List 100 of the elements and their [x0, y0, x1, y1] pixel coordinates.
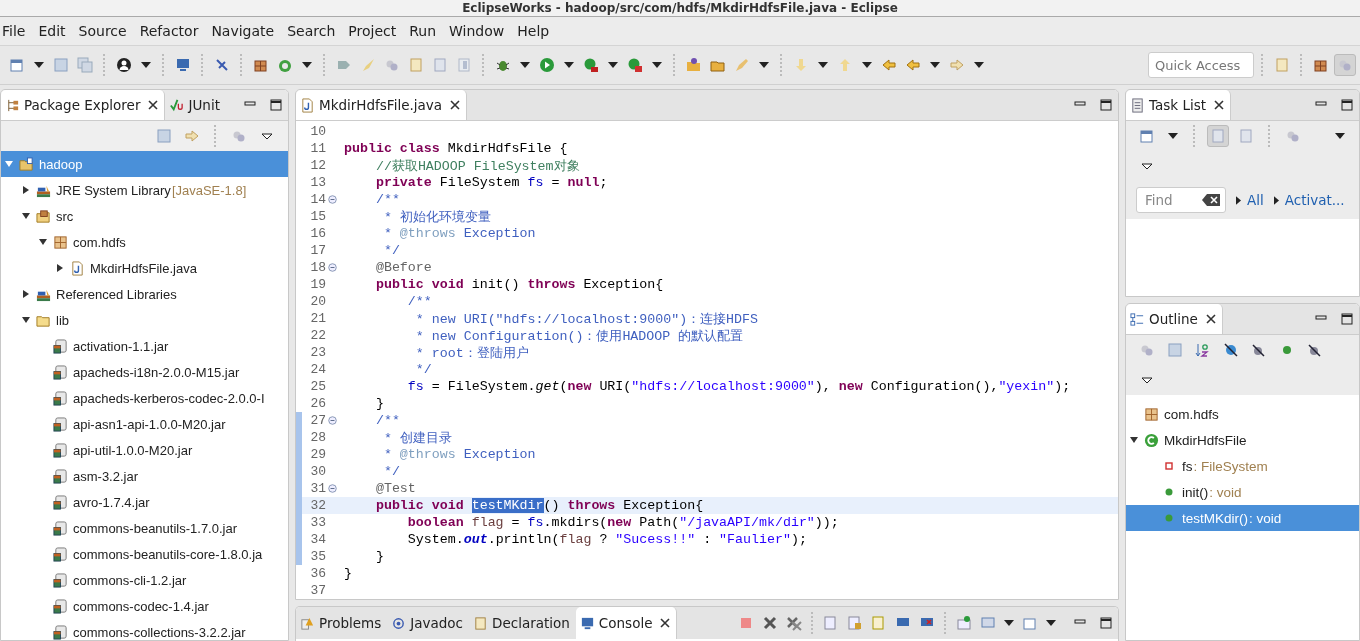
caret-icon[interactable] [564, 62, 574, 68]
close-icon[interactable] [450, 100, 460, 110]
maximize-icon[interactable] [270, 99, 282, 111]
line-number: 22 [309, 328, 326, 343]
remove-all-icon[interactable] [786, 615, 802, 631]
caret-icon[interactable] [930, 62, 940, 68]
collapse-icon[interactable] [327, 484, 337, 493]
monitor-icon [579, 615, 595, 631]
caret-icon[interactable] [608, 62, 618, 68]
close-icon[interactable] [1205, 314, 1216, 324]
expanded-arrow-icon[interactable] [38, 237, 48, 247]
caret-icon[interactable] [1335, 133, 1345, 139]
menu-item[interactable]: File [0, 23, 35, 39]
tree-item[interactable]: commons-beanutils-1.7.0.jar [73, 520, 238, 536]
find-field[interactable]: Find [1136, 187, 1226, 213]
jar-icon [53, 364, 68, 380]
clear-icon[interactable] [1202, 194, 1220, 206]
view-tab[interactable]: Outline [1126, 304, 1223, 334]
tree-item[interactable]: lib [56, 312, 69, 328]
tree-item[interactable]: init() [1182, 484, 1209, 500]
view-tab[interactable]: JUnit [165, 90, 226, 120]
tree-item[interactable]: asm-3.2.jar [73, 468, 139, 484]
caret-icon[interactable] [1004, 620, 1014, 626]
tree-item[interactable]: commons-beanutils-core-1.8.0.ja [73, 546, 263, 562]
collapse-icon[interactable] [327, 195, 337, 204]
collapsed-arrow-icon[interactable] [21, 185, 31, 195]
package-icon [1144, 406, 1159, 422]
view-tab[interactable]: Console [575, 607, 678, 639]
menu-item[interactable]: Refactor [135, 23, 208, 39]
view-tab[interactable]: Package Explorer [1, 90, 166, 120]
view-tab[interactable]: Task List [1126, 90, 1232, 120]
tree-item[interactable]: JRE System Library [56, 182, 171, 198]
code-line: */ [414, 362, 432, 377]
remove-icon[interactable] [762, 615, 778, 631]
caret-icon[interactable] [818, 62, 828, 68]
menu-item[interactable]: Source [74, 23, 136, 39]
maximize-icon[interactable] [1341, 99, 1353, 111]
class-icon [1144, 432, 1159, 448]
collapsed-arrow-icon[interactable] [55, 263, 65, 273]
menu-item[interactable]: Search [283, 23, 345, 39]
tree-item[interactable]: api-util-1.0.0-M20.jar [73, 442, 193, 458]
filter-link[interactable]: Activat... [1284, 192, 1345, 208]
caret-icon[interactable] [862, 62, 872, 68]
menu-item[interactable]: Edit [34, 23, 75, 39]
public-method-icon [1165, 514, 1173, 522]
quick-access-field[interactable]: Quick Access [1148, 52, 1254, 78]
view-tab[interactable]: Declaration [469, 607, 576, 639]
close-icon[interactable] [660, 618, 671, 628]
tree-item[interactable]: commons-codec-1.4.jar [73, 598, 209, 614]
tree-item[interactable]: Referenced Libraries [56, 286, 177, 302]
caret-icon[interactable] [34, 62, 44, 68]
expanded-arrow-icon[interactable] [21, 315, 31, 325]
jar-icon [53, 520, 68, 536]
menu-item[interactable]: Run [405, 23, 446, 39]
caret-icon[interactable] [141, 62, 151, 68]
code-line: */ [382, 243, 400, 258]
tree-item[interactable]: com.hdfs [1164, 406, 1219, 422]
view-tab[interactable]: Javadoc [387, 607, 469, 639]
close-icon[interactable] [148, 100, 159, 110]
collapse-icon[interactable] [327, 263, 337, 272]
menu-item[interactable]: Project [344, 23, 406, 39]
maximize-icon[interactable] [1341, 313, 1353, 325]
menu-item[interactable]: Help [513, 23, 559, 39]
expanded-arrow-icon[interactable] [1129, 435, 1139, 445]
tree-item[interactable]: avro-1.7.4.jar [73, 494, 150, 510]
line-number: 24 [309, 362, 326, 377]
view-tab[interactable]: Problems [296, 607, 388, 639]
jar-icon [53, 572, 68, 588]
caret-icon[interactable] [652, 62, 662, 68]
close-icon[interactable] [1214, 100, 1225, 110]
tree-item[interactable]: commons-collections-3.2.2.jar [73, 624, 246, 640]
caret-icon[interactable] [974, 62, 984, 68]
caret-icon[interactable] [759, 62, 769, 68]
menu-item[interactable]: Navigate [207, 23, 284, 39]
menu-item[interactable]: Window [445, 23, 514, 39]
caret-icon[interactable] [302, 62, 312, 68]
tree-item[interactable]: src [56, 208, 74, 224]
java-file-icon [300, 97, 315, 113]
collapse-icon[interactable] [327, 416, 337, 425]
code-line: System.out.println(flag ? "Sucess!!" : "Faulier"); [406, 532, 807, 547]
tree-item[interactable]: api-asn1-api-1.0.0-M20.jar [73, 416, 226, 432]
tree-item[interactable]: fs [1182, 458, 1193, 474]
tree-item[interactable]: apacheds-kerberos-codec-2.0.0-I [73, 390, 265, 406]
tree-item[interactable]: activation-1.1.jar [73, 338, 169, 354]
tree-item[interactable]: com.hdfs [73, 234, 126, 250]
tree-item[interactable]: MkdirHdfsFile.java [90, 260, 197, 276]
editor-tab[interactable]: MkdirHdfsFile.java [296, 90, 467, 120]
caret-icon[interactable] [520, 62, 530, 68]
filter-link[interactable]: All [1247, 192, 1264, 208]
expanded-arrow-icon[interactable] [21, 211, 31, 221]
collapsed-arrow-icon[interactable] [21, 289, 31, 299]
pin-console-icon[interactable] [956, 615, 972, 631]
tree-item[interactable]: apacheds-i18n-2.0.0-M15.jar [73, 364, 240, 380]
tree-item[interactable]: MkdirHdfsFile [1164, 432, 1247, 448]
caret-icon[interactable] [1168, 133, 1178, 139]
task-list-icon [1130, 97, 1145, 113]
maximize-icon[interactable] [1100, 617, 1112, 629]
maximize-icon[interactable] [1100, 99, 1112, 111]
caret-icon[interactable] [1046, 620, 1056, 626]
tree-item[interactable]: commons-cli-1.2.jar [73, 572, 187, 588]
